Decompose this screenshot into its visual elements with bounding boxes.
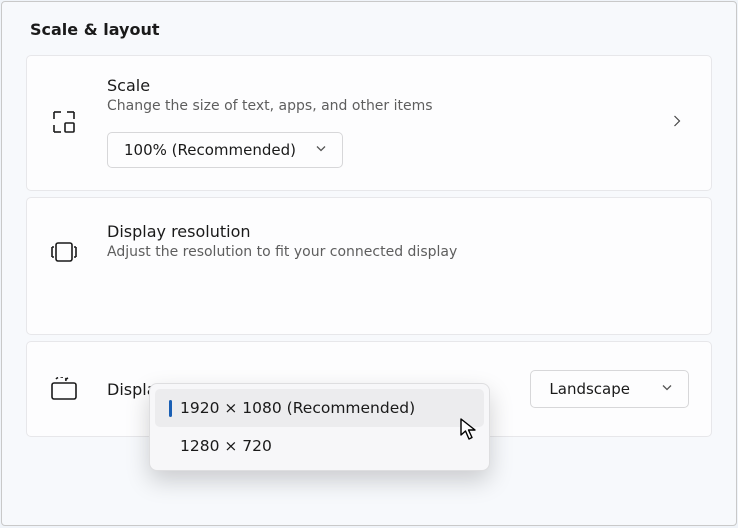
resolution-option[interactable]: 1280 × 720 bbox=[155, 427, 484, 465]
chevron-down-icon bbox=[660, 380, 674, 398]
chevron-right-icon[interactable] bbox=[669, 113, 685, 133]
scale-card[interactable]: Scale Change the size of text, apps, and… bbox=[26, 55, 712, 191]
selection-indicator bbox=[169, 400, 172, 417]
scale-dropdown-value: 100% (Recommended) bbox=[124, 141, 296, 159]
resolution-title: Display resolution bbox=[107, 222, 689, 241]
resolution-option-label: 1280 × 720 bbox=[180, 437, 272, 455]
orientation-dropdown[interactable]: Landscape bbox=[530, 370, 689, 408]
orientation-dropdown-value: Landscape bbox=[549, 380, 630, 398]
chevron-down-icon bbox=[314, 141, 328, 159]
resolution-icon bbox=[49, 240, 79, 264]
resolution-subtitle: Adjust the resolution to fit your connec… bbox=[107, 244, 689, 260]
scale-subtitle: Change the size of text, apps, and other… bbox=[107, 98, 689, 114]
resolution-option[interactable]: 1920 × 1080 (Recommended) bbox=[155, 389, 484, 427]
scale-icon bbox=[49, 108, 79, 136]
resolution-option-label: 1920 × 1080 (Recommended) bbox=[180, 399, 415, 417]
orientation-icon bbox=[49, 377, 79, 401]
resolution-card[interactable]: Display resolution Adjust the resolution… bbox=[26, 197, 712, 335]
scale-dropdown[interactable]: 100% (Recommended) bbox=[107, 132, 343, 168]
resolution-dropdown-popup: 1920 × 1080 (Recommended) 1280 × 720 bbox=[149, 383, 490, 471]
settings-panel: Scale & layout Scale Change the size of … bbox=[1, 1, 737, 526]
section-title: Scale & layout bbox=[30, 20, 712, 39]
scale-title: Scale bbox=[107, 76, 689, 95]
